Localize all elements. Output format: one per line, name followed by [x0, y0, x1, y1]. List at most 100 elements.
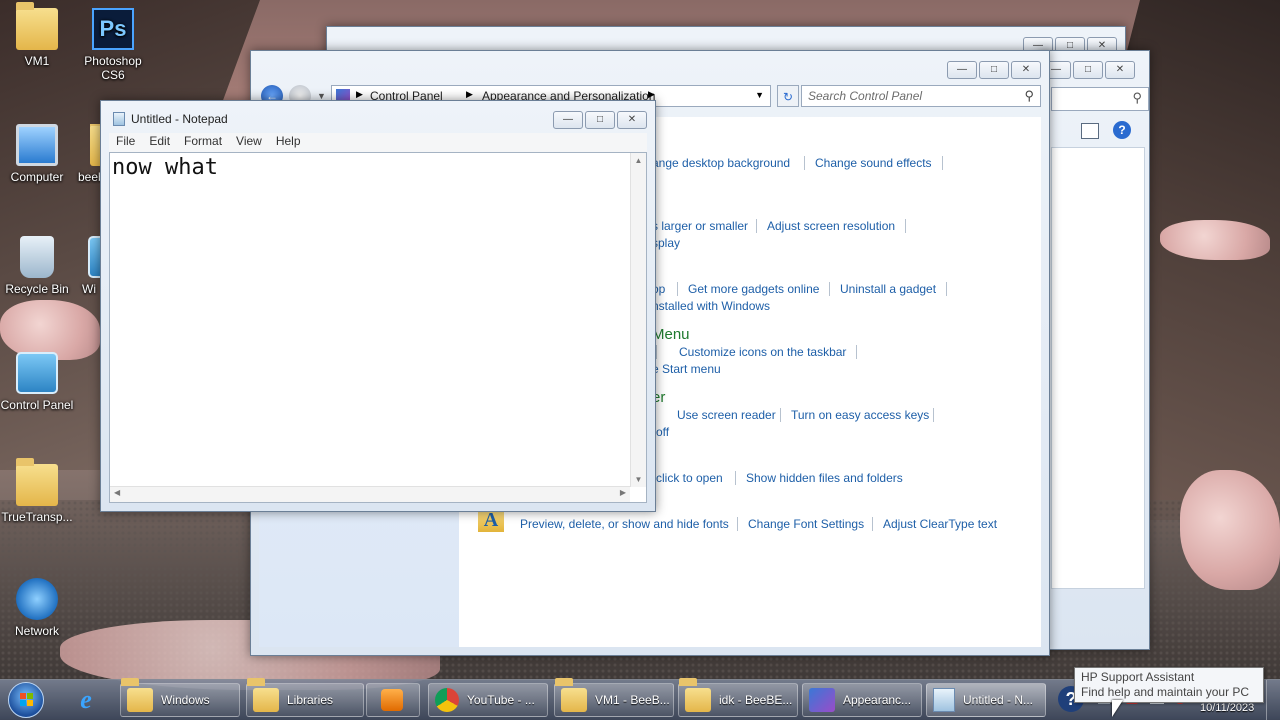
menu-file[interactable]: File: [116, 134, 135, 148]
desktop-icon-label: VM1: [24, 54, 50, 68]
menu-edit[interactable]: Edit: [149, 134, 170, 148]
start-menu-link[interactable]: e Start menu: [652, 362, 721, 376]
taskbar-item-notepad[interactable]: Untitled - N...: [926, 683, 1046, 717]
help-icon[interactable]: ?: [1113, 121, 1131, 139]
close-button[interactable]: ✕: [1011, 61, 1041, 79]
desktop-icon-label: Computer: [10, 170, 64, 184]
easy-access-keys-link[interactable]: Turn on easy access keys: [791, 408, 929, 422]
window-caption-buttons: — □ ✕: [1041, 61, 1135, 79]
change-desktop-background-link[interactable]: ange desktop background: [652, 156, 790, 170]
taskbar-item-label: YouTube - ...: [467, 693, 535, 707]
use-screen-reader-link[interactable]: Use screen reader: [677, 408, 776, 422]
show-hidden-files-link[interactable]: Show hidden files and folders: [746, 471, 903, 485]
minimize-button[interactable]: —: [553, 111, 583, 129]
uninstall-gadget-link[interactable]: Uninstall a gadget: [840, 282, 936, 296]
desktop-icon-photoshop[interactable]: Ps Photoshop CS6: [76, 8, 150, 82]
taskbar-item-media-player[interactable]: [366, 683, 420, 717]
display-link[interactable]: splay: [652, 236, 680, 250]
breadcrumb-arrow-icon[interactable]: ▶: [466, 89, 473, 100]
desktop-icon-beeb[interactable]: beeb: [72, 124, 100, 184]
show-desktop-button[interactable]: [1266, 680, 1280, 720]
taskbar-item-libraries[interactable]: Libraries: [246, 683, 364, 717]
desktop-icon-network[interactable]: Network: [0, 578, 74, 638]
folder-icon: [685, 688, 711, 712]
desktop-icon-recycle-bin[interactable]: Recycle Bin: [0, 236, 74, 296]
customize-taskbar-icons-link[interactable]: Customize icons on the taskbar: [679, 345, 846, 359]
refresh-icon[interactable]: ↻: [777, 85, 799, 107]
notepad-window[interactable]: Untitled - Notepad — □ ✕ File Edit Format V…: [100, 100, 656, 512]
link-separator: [804, 156, 805, 170]
maximize-button[interactable]: □: [585, 111, 615, 129]
search-input-partial[interactable]: ⚲: [1051, 87, 1149, 111]
preview-fonts-link[interactable]: Preview, delete, or show and hide fonts: [520, 517, 729, 531]
taskbar-item-appearance[interactable]: Appearanc...: [802, 683, 922, 717]
breadcrumb-arrow-icon[interactable]: ▶: [648, 89, 655, 100]
desktop-icon-label: Recycle Bin: [5, 282, 69, 296]
desktop-icon-computer[interactable]: Computer: [0, 124, 74, 184]
editor-content[interactable]: now what: [112, 155, 218, 180]
taskbar-item-chrome[interactable]: YouTube - ...: [428, 683, 548, 717]
turn-off-link[interactable]: off: [656, 425, 669, 439]
menu-bar: File Edit Format View Help: [109, 133, 647, 152]
menu-format[interactable]: Format: [184, 134, 222, 148]
taskbar-item-idk[interactable]: idk - BeeBE...: [678, 683, 798, 717]
desktop-icon-control-panel[interactable]: Control Panel: [0, 352, 74, 412]
control-panel-icon: [809, 688, 835, 712]
adjust-cleartype-link[interactable]: Adjust ClearType text: [883, 517, 997, 531]
change-sound-effects-link[interactable]: Change sound effects: [815, 156, 932, 170]
clock-date[interactable]: 10/11/2023: [1200, 702, 1254, 714]
preview-pane-icon[interactable]: [1081, 123, 1099, 139]
section-heading-taskbar[interactable]: Menu: [652, 326, 690, 343]
desktop-icon-partial[interactable]: Wi: [78, 236, 100, 296]
desktop-icon-label: Wi: [82, 282, 96, 296]
maximize-button[interactable]: □: [1073, 61, 1103, 79]
windows-logo-icon: [20, 693, 26, 699]
photoshop-icon: Ps: [92, 8, 134, 50]
address-dropdown-icon[interactable]: ▼: [755, 90, 764, 100]
command-bar: ?: [1051, 119, 1147, 145]
folder-icon: [16, 2, 58, 50]
desktop-icon-truetransparency[interactable]: TrueTransp...: [0, 458, 74, 524]
close-button[interactable]: ✕: [1105, 61, 1135, 79]
scroll-down-icon[interactable]: ▼: [631, 475, 646, 484]
notepad-icon: [113, 112, 125, 126]
maximize-button[interactable]: □: [979, 61, 1009, 79]
close-button[interactable]: ✕: [617, 111, 647, 129]
taskbar-item-vm1[interactable]: VM1 - BeeB...: [554, 683, 674, 717]
minimize-button[interactable]: —: [947, 61, 977, 79]
desktop-icon-vm1[interactable]: VM1: [0, 2, 74, 68]
scroll-right-icon[interactable]: ▶: [620, 488, 626, 497]
adjust-screen-resolution-link[interactable]: Adjust screen resolution: [767, 219, 895, 233]
taskbar-item-label: Windows: [161, 693, 210, 707]
windows-logo-icon: [20, 700, 26, 706]
installed-gadgets-link[interactable]: nstalled with Windows: [652, 299, 770, 313]
text-size-link[interactable]: s larger or smaller: [652, 219, 748, 233]
click-to-open-link[interactable]: click to open: [656, 471, 723, 485]
link-separator: [737, 517, 738, 531]
chrome-icon: [435, 688, 459, 712]
text-editor[interactable]: now what: [109, 152, 647, 503]
menu-view[interactable]: View: [236, 134, 262, 148]
link-separator: [905, 219, 906, 233]
internet-explorer-icon[interactable]: e: [70, 686, 102, 714]
control-panel-window-2[interactable]: — □ ✕ ⚲ ?: [1040, 50, 1150, 650]
desktop-icon-label: Photoshop CS6: [84, 54, 142, 82]
scroll-left-icon[interactable]: ◀: [114, 488, 120, 497]
control-panel-icon: [16, 352, 58, 394]
taskbar-item-windows[interactable]: Windows: [120, 683, 240, 717]
media-player-icon: [381, 689, 403, 711]
notepad-icon: [933, 688, 955, 712]
search-input[interactable]: Search Control Panel ⚲: [801, 85, 1041, 107]
start-button[interactable]: [8, 682, 44, 718]
get-more-gadgets-link[interactable]: Get more gadgets online: [688, 282, 819, 296]
change-font-settings-link[interactable]: Change Font Settings: [748, 517, 864, 531]
menu-help[interactable]: Help: [276, 134, 301, 148]
vertical-scrollbar[interactable]: ▲ ▼: [630, 153, 646, 487]
taskbar-item-label: idk - BeeBE...: [719, 693, 793, 707]
tooltip-title: HP Support Assistant: [1081, 670, 1195, 684]
horizontal-scrollbar[interactable]: ◀ ▶: [110, 486, 630, 502]
folder-icon: [90, 124, 100, 166]
content-pane: [1051, 147, 1145, 589]
scroll-up-icon[interactable]: ▲: [631, 156, 646, 165]
breadcrumb-arrow-icon[interactable]: ▶: [356, 89, 363, 100]
